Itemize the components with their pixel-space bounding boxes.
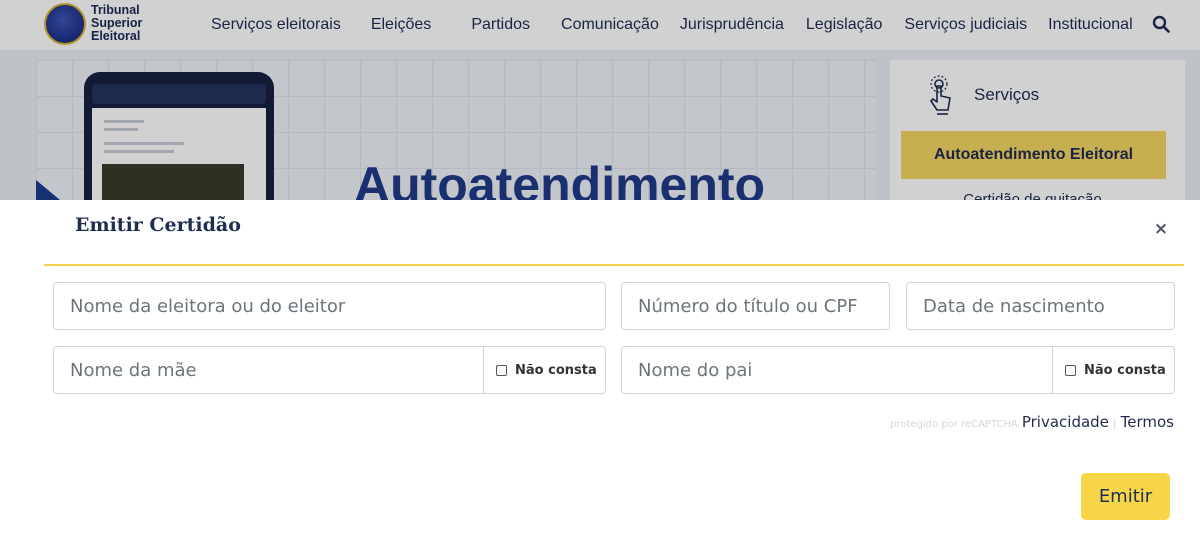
recaptcha-separator: | — [1112, 417, 1117, 430]
father-not-listed-checkbox[interactable] — [1065, 364, 1076, 376]
emitir-certidao-modal: Emitir Certidão × Não consta Não consta … — [0, 200, 1200, 540]
birth-date-field — [906, 282, 1175, 330]
modal-title: Emitir Certidão — [75, 214, 241, 236]
father-name-input[interactable] — [622, 347, 1053, 393]
mother-name-input[interactable] — [54, 347, 484, 393]
mother-name-group: Não consta — [53, 346, 606, 394]
mother-not-listed-toggle[interactable]: Não consta — [483, 347, 605, 393]
modal-divider — [44, 264, 1184, 266]
mother-not-listed-checkbox[interactable] — [496, 364, 507, 376]
father-not-listed-toggle[interactable]: Não consta — [1052, 347, 1174, 393]
terms-link[interactable]: Termos — [1121, 413, 1174, 431]
father-name-group: Não consta — [621, 346, 1175, 394]
close-icon[interactable]: × — [1150, 218, 1172, 240]
emitir-button[interactable]: Emitir — [1081, 473, 1170, 520]
privacy-link[interactable]: Privacidade — [1022, 413, 1109, 431]
mother-not-listed-label: Não consta — [515, 362, 597, 378]
recaptcha-protected-text: protegido por reCAPTCHA — [890, 419, 1018, 430]
birth-date-input[interactable] — [907, 283, 1174, 329]
voter-name-input[interactable] — [54, 283, 605, 329]
recaptcha-notice: protegido por reCAPTCHA Privacidade | Te… — [890, 413, 1174, 431]
voter-document-input[interactable] — [622, 283, 889, 329]
voter-name-field — [53, 282, 606, 330]
father-not-listed-label: Não consta — [1084, 362, 1166, 378]
voter-document-field — [621, 282, 890, 330]
